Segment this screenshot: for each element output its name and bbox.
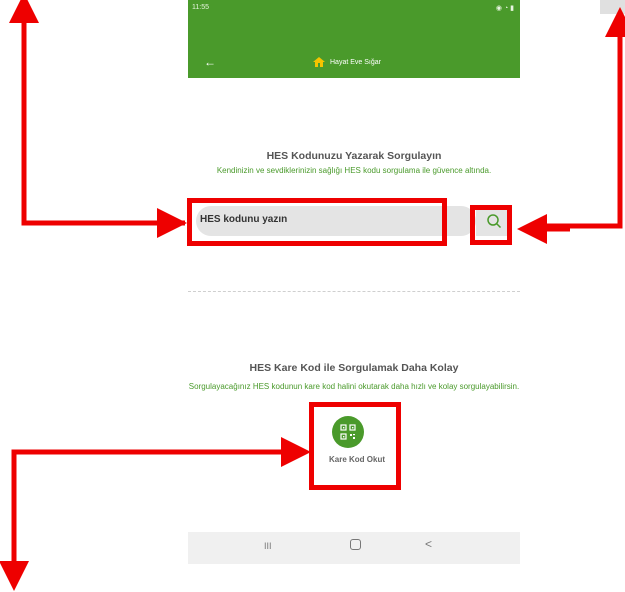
annotation-arrows — [0, 0, 625, 591]
arrow-search-up — [540, 7, 625, 229]
arrow-input-up — [8, 0, 185, 226]
arrow-qr-down — [0, 449, 305, 591]
